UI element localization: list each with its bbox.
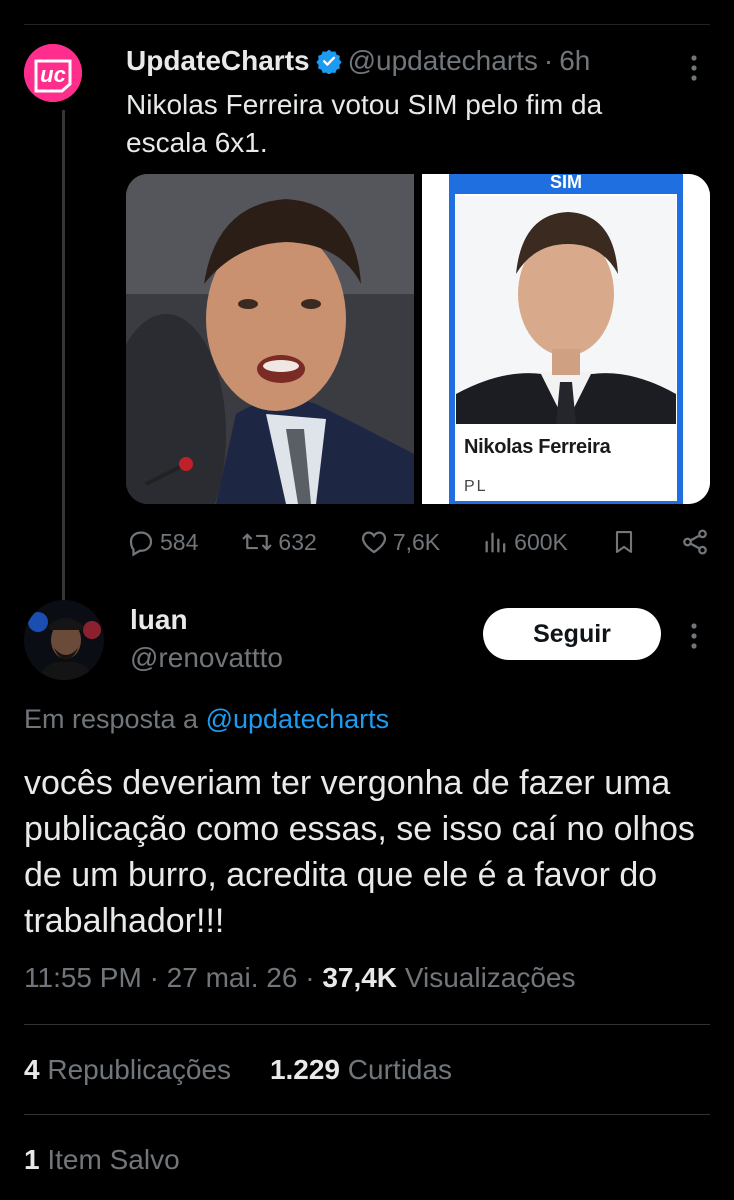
- more-options-icon[interactable]: [688, 622, 700, 650]
- views-label: Visualizações: [404, 962, 576, 993]
- verified-badge-icon: [316, 49, 342, 74]
- like-action[interactable]: 7,6K: [359, 527, 440, 557]
- views-icon: [485, 532, 506, 553]
- reply-author-name[interactable]: luan: [130, 604, 188, 636]
- reply-author-handle[interactable]: @renovattto: [130, 642, 283, 674]
- reply-tweet-text: vocês deveriam ter vergonha de fazer uma…: [24, 764, 695, 940]
- reply-to-prefix: Em resposta a: [24, 704, 199, 734]
- media-vote-card[interactable]: SIM Nikolas Ferreira PL: [422, 174, 710, 504]
- repost-count: 632: [278, 528, 317, 555]
- author-name[interactable]: UpdateCharts: [126, 45, 310, 77]
- engagement-stats: 4 Republicações 1.229 Curtidas: [24, 1054, 452, 1086]
- bookmark-icon[interactable]: [610, 527, 638, 557]
- tweet-meta: 11:55 PM · 27 mai. 26 · 37,4K Visualizaç…: [24, 962, 576, 994]
- parent-tweet-header: UpdateCharts @updatecharts · 6h: [126, 44, 674, 78]
- reply-to-line: Em resposta a @updatecharts: [24, 704, 389, 735]
- separator-dot: ·: [543, 45, 554, 76]
- tweet-time[interactable]: 6h: [559, 45, 590, 77]
- meta-separator: ·: [149, 962, 167, 993]
- meta-separator: ·: [305, 962, 323, 993]
- updatecharts-avatar[interactable]: uc: [24, 44, 82, 102]
- views-action[interactable]: 600K: [482, 527, 568, 557]
- luan-avatar-image: [24, 600, 104, 680]
- repost-icon: [242, 533, 272, 551]
- divider: [24, 1024, 710, 1025]
- vote-card-party: PL: [464, 478, 488, 495]
- reposts-stat[interactable]: 4 Republicações: [24, 1054, 231, 1085]
- tweet-actions-bar: 584 632 7,6K 600K: [126, 524, 710, 560]
- likes-label: Curtidas: [347, 1054, 453, 1085]
- likes-stat[interactable]: 1.229 Curtidas: [270, 1054, 452, 1085]
- top-divider: [24, 24, 710, 25]
- tweet-media[interactable]: SIM Nikolas Ferreira PL: [126, 174, 710, 504]
- reply-action[interactable]: 584: [126, 527, 198, 557]
- divider: [24, 1114, 710, 1115]
- reply-icon: [129, 531, 153, 557]
- reposts-total: 4: [24, 1054, 40, 1085]
- parent-tweet-text: Nikolas Ferreira votou SIM pelo fim da e…: [126, 89, 603, 158]
- reposts-label: Republicações: [47, 1054, 232, 1085]
- repost-action[interactable]: 632: [240, 527, 317, 557]
- follow-button[interactable]: Seguir: [483, 608, 661, 660]
- media-photo-speaking[interactable]: [126, 174, 414, 504]
- saved-stat[interactable]: 1 Item Salvo: [24, 1144, 180, 1176]
- likes-total: 1.229: [269, 1054, 341, 1085]
- author-handle[interactable]: @updatecharts: [348, 45, 538, 77]
- vote-card-header: SIM: [549, 174, 582, 192]
- reply-count: 584: [160, 528, 199, 555]
- svg-text:uc: uc: [40, 62, 66, 87]
- saved-total: 1: [24, 1144, 40, 1175]
- luan-avatar[interactable]: [24, 600, 104, 680]
- more-options-icon[interactable]: [688, 54, 700, 82]
- reply-to-mention[interactable]: @updatecharts: [206, 704, 390, 734]
- like-count: 7,6K: [392, 528, 441, 555]
- views-total: 37,4K: [322, 962, 398, 993]
- vote-card-name: Nikolas Ferreira: [464, 436, 611, 458]
- like-icon: [361, 531, 386, 554]
- saved-label: Item Salvo: [47, 1144, 180, 1175]
- tweet-timestamp[interactable]: 11:55 PM: [24, 962, 142, 993]
- tweet-date[interactable]: 27 mai. 26: [167, 962, 298, 993]
- uc-logo-icon: uc: [24, 44, 82, 102]
- photo-speaking-illustration: [126, 174, 414, 504]
- share-icon[interactable]: [680, 527, 710, 557]
- thread-line: [62, 110, 65, 600]
- views-count: 600K: [514, 528, 568, 555]
